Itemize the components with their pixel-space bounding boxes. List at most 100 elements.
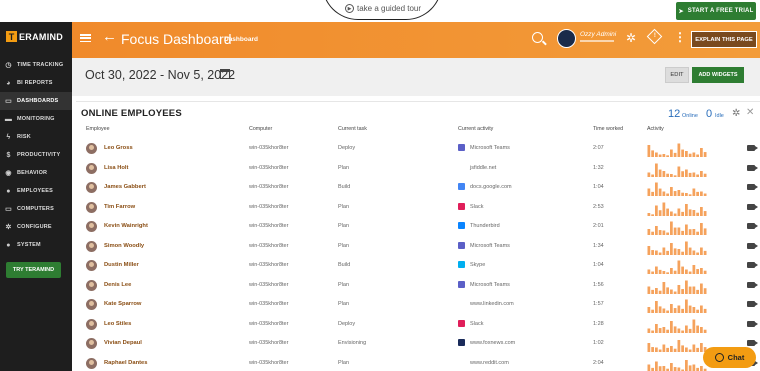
employee-avatar[interactable] bbox=[86, 318, 97, 330]
employee-name[interactable]: Vivian Depaul bbox=[104, 340, 142, 346]
col-time-worked[interactable]: Time worked bbox=[593, 126, 623, 132]
sidebar-item-time-tracking[interactable]: ◷ TIME TRACKING bbox=[0, 56, 72, 74]
chat-button[interactable]: Chat bbox=[703, 347, 756, 368]
employee-avatar[interactable] bbox=[86, 143, 97, 154]
employee-avatar[interactable] bbox=[86, 182, 97, 193]
guided-tour-link[interactable]: ▶ take a guided tour bbox=[345, 4, 421, 13]
employee-name[interactable]: Denis Lee bbox=[104, 282, 131, 288]
table-row[interactable]: Lisa Holt win-035khor8ter Plan jsfiddle.net… bbox=[76, 159, 760, 179]
col-activity[interactable]: Activity bbox=[647, 126, 664, 132]
hamburger-menu-icon[interactable] bbox=[80, 34, 91, 42]
camera-icon[interactable] bbox=[747, 340, 758, 346]
employee-avatar[interactable] bbox=[86, 162, 97, 174]
table-row[interactable]: Raphael Dantes win-035khor8ter Plan www.red… bbox=[76, 354, 760, 371]
online-count[interactable]: 12 bbox=[668, 108, 680, 120]
camera-icon[interactable] bbox=[747, 223, 758, 229]
employee-name[interactable]: Kevin Wainright bbox=[104, 223, 148, 229]
sidebar-item-system[interactable]: ● SYSTEM bbox=[0, 236, 72, 254]
sidebar-item-dashboards[interactable]: ▭ DASHBOARDS bbox=[0, 92, 72, 110]
employee-name[interactable]: Leo Gross bbox=[104, 145, 133, 151]
sidebar-item-behavior[interactable]: ◉ BEHAVIOR bbox=[0, 164, 72, 182]
alert-icon[interactable]: ! bbox=[646, 28, 663, 45]
teramind-logo[interactable]: T ERAMIND bbox=[6, 31, 63, 42]
sidebar-item-configure[interactable]: ✲ CONFIGURE bbox=[0, 218, 72, 236]
user-name[interactable]: Ozzy Admini bbox=[580, 31, 616, 38]
camera-icon[interactable] bbox=[747, 164, 758, 171]
idle-count[interactable]: 0 bbox=[706, 108, 712, 120]
app-icon bbox=[458, 300, 465, 307]
camera-icon[interactable] bbox=[747, 301, 758, 307]
back-arrow-icon[interactable]: ← bbox=[102, 28, 117, 45]
explain-this-page-button[interactable]: EXPLAIN THIS PAGE bbox=[691, 31, 757, 48]
employee-name[interactable]: Dustin Miller bbox=[104, 262, 139, 268]
camera-icon[interactable] bbox=[747, 320, 758, 327]
panel-settings-icon[interactable]: ✲ bbox=[732, 108, 740, 119]
search-icon[interactable] bbox=[532, 32, 543, 43]
employee-avatar[interactable] bbox=[86, 260, 97, 271]
panel-close-icon[interactable]: ✕ bbox=[746, 107, 754, 118]
time-worked: 1:56 bbox=[593, 281, 604, 288]
settings-gear-icon[interactable]: ✲ bbox=[626, 31, 636, 45]
try-teramind-button[interactable]: TRY TERAMIND bbox=[6, 262, 61, 278]
employee-name[interactable]: Tim Farrow bbox=[104, 204, 135, 210]
table-row[interactable]: Tim Farrow win-035khor8ter Plan Slack 2:53 bbox=[76, 198, 760, 218]
more-vertical-icon[interactable]: ⋮ bbox=[674, 30, 686, 44]
activity-sparkline bbox=[647, 299, 707, 313]
activity-bar bbox=[696, 367, 699, 371]
sidebar-item-risk[interactable]: ϟ RISK bbox=[0, 128, 72, 146]
employee-avatar[interactable] bbox=[86, 221, 97, 232]
col-current-task[interactable]: Current task bbox=[338, 126, 367, 132]
col-computer[interactable]: Computer bbox=[249, 126, 272, 132]
edit-button[interactable]: EDIT bbox=[665, 67, 689, 83]
employee-avatar[interactable] bbox=[86, 357, 97, 369]
employee-name[interactable]: Raphael Dantes bbox=[104, 360, 148, 366]
sidebar-item-employees[interactable]: ● EMPLOYEES bbox=[0, 182, 72, 200]
table-row[interactable]: Denis Lee win-035khor8ter Plan Microsoft Te… bbox=[76, 276, 760, 296]
activity-bar bbox=[651, 249, 654, 255]
camera-icon[interactable] bbox=[747, 203, 758, 210]
table-row[interactable]: Kevin Wainright win-035khor8ter Plan Thunde… bbox=[76, 217, 760, 237]
employee-avatar[interactable] bbox=[86, 201, 97, 213]
user-avatar[interactable] bbox=[557, 29, 576, 48]
employee-name[interactable]: Simon Woodly bbox=[104, 243, 144, 249]
activity-bar bbox=[658, 230, 662, 235]
employee-name[interactable]: Leo Stiles bbox=[104, 321, 131, 327]
play-icon: ▶ bbox=[345, 4, 354, 13]
date-range[interactable]: Oct 30, 2022 - Nov 5, 2022 bbox=[85, 68, 235, 82]
table-row[interactable]: Dustin Miller win-035khor8ter Build Skype 1:… bbox=[76, 256, 760, 276]
sidebar-item-bi-reports[interactable]: ◕ BI REPORTS bbox=[0, 74, 72, 92]
sidebar-item-productivity[interactable]: $ PRODUCTIVITY bbox=[0, 146, 72, 164]
table-row[interactable]: James Gabbert win-035khor8ter Build docs.go… bbox=[76, 178, 760, 198]
employee-name[interactable]: James Gabbert bbox=[104, 184, 146, 190]
activity-sparkline bbox=[647, 221, 707, 235]
employee-avatar[interactable] bbox=[86, 279, 97, 291]
activity-bar bbox=[692, 344, 696, 352]
table-row[interactable]: Vivian Depaul win-035khor8ter Envisioning w… bbox=[76, 334, 760, 354]
calendar-icon[interactable] bbox=[220, 69, 230, 79]
table-row[interactable]: Leo Gross win-035khor8ter Deploy Microsoft … bbox=[76, 139, 760, 159]
employee-name[interactable]: Lisa Holt bbox=[104, 165, 128, 171]
camera-icon[interactable] bbox=[747, 184, 758, 190]
add-widgets-button[interactable]: ADD WIDGETS bbox=[692, 67, 744, 83]
employee-name[interactable]: Kate Sparrow bbox=[104, 301, 141, 307]
activity-bar bbox=[673, 213, 677, 216]
employee-avatar[interactable] bbox=[86, 299, 97, 310]
camera-icon[interactable] bbox=[747, 281, 758, 288]
col-current-activity[interactable]: Current activity bbox=[458, 126, 493, 132]
employee-avatar[interactable] bbox=[86, 338, 97, 349]
camera-icon[interactable] bbox=[747, 262, 758, 268]
activity-bar bbox=[685, 203, 688, 216]
camera-icon[interactable] bbox=[747, 242, 758, 249]
sidebar-item-label: TIME TRACKING bbox=[17, 62, 64, 68]
activity-bar bbox=[677, 305, 681, 313]
table-row[interactable]: Leo Stiles win-035khor8ter Deploy Slack 1:28 bbox=[76, 315, 760, 335]
activity-bar bbox=[666, 173, 669, 177]
start-free-trial-button[interactable]: ➤ START A FREE TRIAL bbox=[676, 2, 756, 20]
sidebar-item-computers[interactable]: ▭ COMPUTERS bbox=[0, 200, 72, 218]
sidebar-item-monitoring[interactable]: ▬ MONITORING bbox=[0, 110, 72, 128]
col-employee[interactable]: Employee bbox=[86, 126, 110, 132]
table-row[interactable]: Simon Woodly win-035khor8ter Plan Microsoft… bbox=[76, 237, 760, 257]
table-row[interactable]: Kate Sparrow win-035khor8ter Plan www.linke… bbox=[76, 295, 760, 315]
camera-icon[interactable] bbox=[747, 145, 758, 151]
employee-avatar[interactable] bbox=[86, 240, 97, 252]
